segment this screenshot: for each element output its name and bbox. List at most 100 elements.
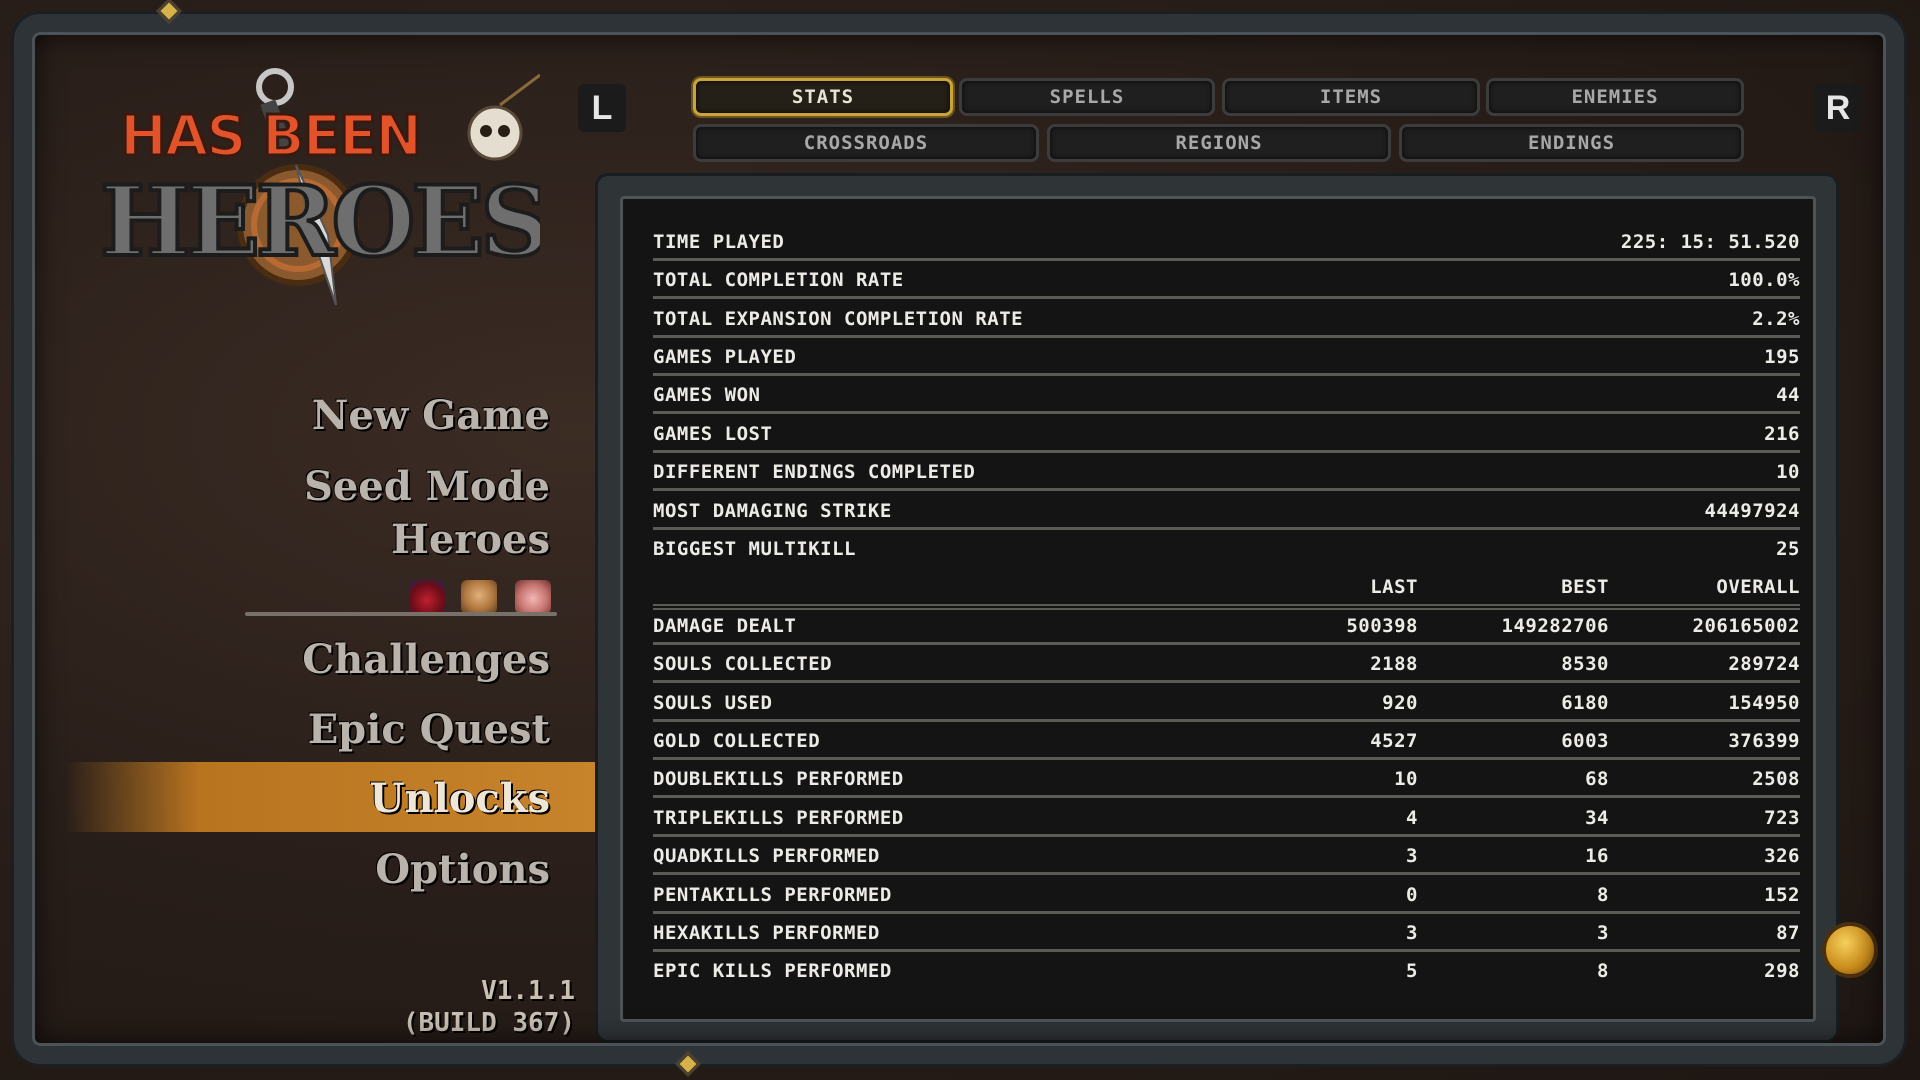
stat-best: 6003 [1561, 730, 1609, 752]
logo-line1: HAS BEEN [120, 104, 420, 169]
stat-row: GAMES PLAYED 195 [653, 338, 1800, 376]
stat-last: 2188 [1370, 653, 1418, 675]
version-number: V1.1.1 [481, 976, 575, 1006]
stat-row: TOTAL COMPLETION RATE 100.0% [653, 261, 1800, 299]
stat-row: GAMES LOST 216 [653, 415, 1800, 453]
stat-last: 4527 [1370, 730, 1418, 752]
tab-crossroads[interactable]: CROSSROADS [693, 124, 1039, 162]
stat-row: TIME PLAYED 225: 15: 51.520 [653, 223, 1800, 261]
table-row: HEXAKILLS PERFORMED 3 3 87 [653, 914, 1800, 952]
stat-last: 4 [1406, 807, 1418, 829]
stat-last: 3 [1406, 922, 1418, 944]
stat-value: 10 [1776, 461, 1800, 483]
menu-new-game[interactable]: New Game [312, 392, 550, 439]
stat-best: 6180 [1561, 692, 1609, 714]
menu-heroes[interactable]: Heroes [391, 516, 550, 563]
stat-best: 68 [1585, 768, 1609, 790]
tab-spells[interactable]: SPELLS [959, 78, 1215, 116]
stat-best: 149282706 [1501, 615, 1609, 637]
table-row: PENTAKILLS PERFORMED 0 8 152 [653, 876, 1800, 914]
stat-label: GOLD COLLECTED [653, 730, 821, 752]
stat-label: BIGGEST MULTIKILL [653, 538, 856, 560]
stat-last: 3 [1406, 845, 1418, 867]
stat-value: 25 [1776, 538, 1800, 560]
stat-label: GAMES WON [653, 384, 761, 406]
tab-items[interactable]: ITEMS [1222, 78, 1480, 116]
stat-best: 8530 [1561, 653, 1609, 675]
table-row: TRIPLEKILLS PERFORMED 4 34 723 [653, 799, 1800, 837]
stat-label: EPIC KILLS PERFORMED [653, 960, 892, 982]
tab-enemies[interactable]: ENEMIES [1486, 78, 1744, 116]
stat-value: 225: 15: 51.520 [1620, 231, 1800, 253]
menu-options[interactable]: Options [375, 846, 550, 893]
stat-label: SOULS USED [653, 692, 773, 714]
tab-stats[interactable]: STATS [693, 78, 953, 116]
menu-divider [245, 612, 557, 616]
menu-epic-quest[interactable]: Epic Quest [308, 706, 550, 753]
menu-challenges[interactable]: Challenges [302, 636, 550, 683]
stat-label: DAMAGE DEALT [653, 615, 797, 637]
pig-hero-icon [515, 580, 551, 614]
stat-last: 920 [1382, 692, 1418, 714]
stat-label: HEXAKILLS PERFORMED [653, 922, 880, 944]
column-header-overall: OVERALL [1716, 576, 1800, 598]
stat-best: 8 [1597, 960, 1609, 982]
game-logo: HAS BEEN HEROES [100, 68, 540, 306]
stat-last: 500398 [1346, 615, 1418, 637]
stat-row: TOTAL EXPANSION COMPLETION RATE 2.2% [653, 300, 1800, 338]
stat-overall: 154950 [1728, 692, 1800, 714]
stat-label: TOTAL EXPANSION COMPLETION RATE [653, 308, 1024, 330]
table-row: DOUBLEKILLS PERFORMED 10 68 2508 [653, 760, 1800, 798]
stat-label: GAMES LOST [653, 423, 773, 445]
stat-value: 2.2% [1752, 308, 1800, 330]
stat-label: TIME PLAYED [653, 231, 785, 253]
stat-best: 34 [1585, 807, 1609, 829]
stat-last: 10 [1394, 768, 1418, 790]
stat-overall: 723 [1764, 807, 1800, 829]
stat-overall: 2508 [1752, 768, 1800, 790]
stat-value: 44497924 [1704, 500, 1800, 522]
shoulder-r-button[interactable]: R [1814, 84, 1862, 132]
column-header-best: BEST [1561, 576, 1609, 598]
skull-icon [467, 73, 540, 161]
logo-line2: HEROES [100, 165, 540, 278]
stat-label: DIFFERENT ENDINGS COMPLETED [653, 461, 976, 483]
table-row: DAMAGE DEALT 500398 149282706 206165002 [653, 607, 1800, 645]
table-row: GOLD COLLECTED 4527 6003 376399 [653, 722, 1800, 760]
shoulder-l-button[interactable]: L [578, 84, 626, 132]
stat-overall: 206165002 [1692, 615, 1800, 637]
stat-overall: 326 [1764, 845, 1800, 867]
stat-best: 3 [1597, 922, 1609, 944]
table-row: EPIC KILLS PERFORMED 5 8 298 [653, 952, 1800, 990]
stats-column-header: LAST BEST OVERALL [653, 568, 1800, 610]
stat-row: GAMES WON 44 [653, 376, 1800, 414]
stat-label: QUADKILLS PERFORMED [653, 845, 880, 867]
version-info: V1.1.1 (BUILD 367) [403, 975, 575, 1039]
stat-value: 44 [1776, 384, 1800, 406]
stat-label: GAMES PLAYED [653, 346, 797, 368]
stat-value: 195 [1764, 346, 1800, 368]
warrior-hero-icon [461, 580, 497, 614]
table-row: SOULS COLLECTED 2188 8530 289724 [653, 645, 1800, 683]
stat-row: MOST DAMAGING STRIKE 44497924 [653, 492, 1800, 530]
menu-seed-mode[interactable]: Seed Mode [304, 463, 550, 510]
stat-label: PENTAKILLS PERFORMED [653, 884, 892, 906]
stat-label: SOULS COLLECTED [653, 653, 833, 675]
table-row: QUADKILLS PERFORMED 3 16 326 [653, 837, 1800, 875]
rogue-hero-icon [409, 580, 445, 614]
stat-label: DOUBLEKILLS PERFORMED [653, 768, 904, 790]
menu-unlocks[interactable]: Unlocks [370, 775, 550, 822]
tab-endings[interactable]: ENDINGS [1399, 124, 1744, 162]
stat-value: 216 [1764, 423, 1800, 445]
stat-best: 16 [1585, 845, 1609, 867]
stat-label: MOST DAMAGING STRIKE [653, 500, 892, 522]
stat-row: BIGGEST MULTIKILL 25 [653, 530, 1800, 568]
stat-overall: 376399 [1728, 730, 1800, 752]
coin-orb-icon[interactable] [1822, 922, 1878, 978]
column-header-last: LAST [1370, 576, 1418, 598]
stat-overall: 87 [1776, 922, 1800, 944]
stat-best: 8 [1597, 884, 1609, 906]
table-row: SOULS USED 920 6180 154950 [653, 684, 1800, 722]
stat-label: TOTAL COMPLETION RATE [653, 269, 904, 291]
tab-regions[interactable]: REGIONS [1047, 124, 1391, 162]
